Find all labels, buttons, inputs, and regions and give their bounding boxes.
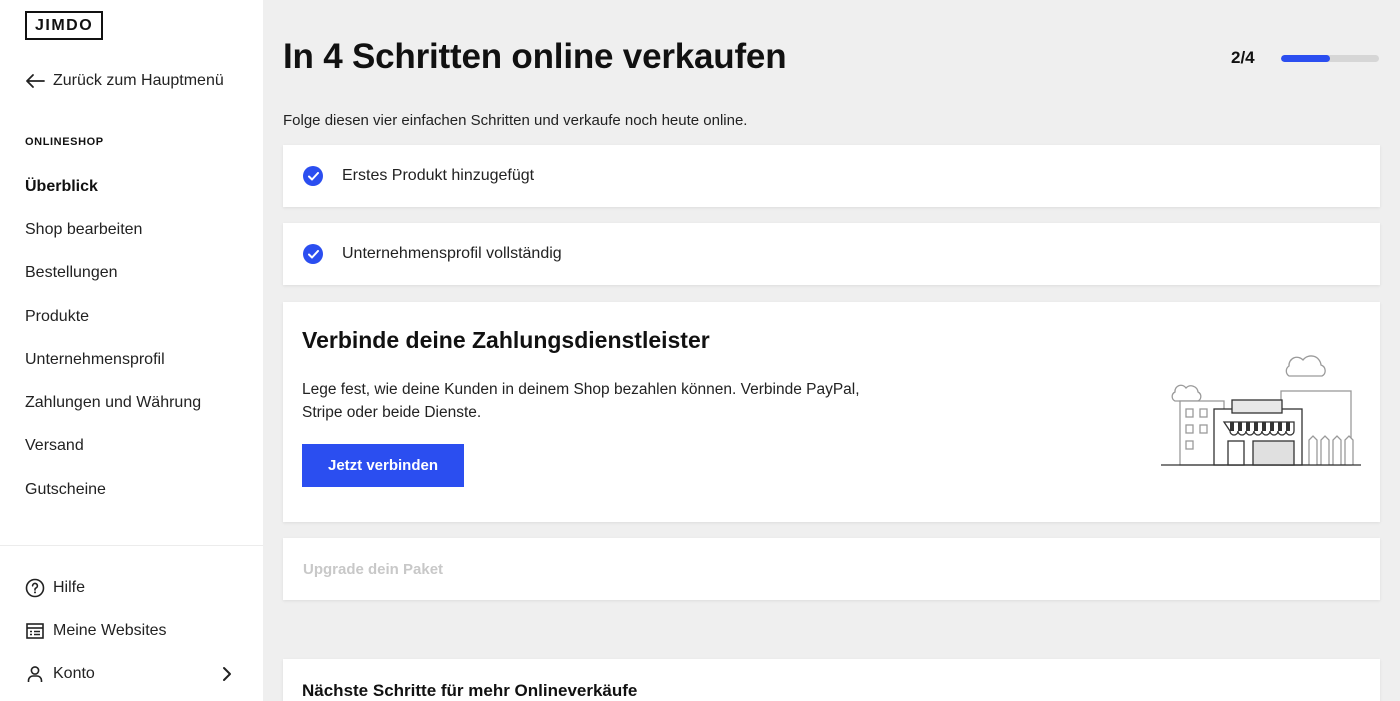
my-websites-label: Meine Websites [53, 621, 167, 639]
step-label: Unternehmensprofil vollständig [342, 245, 562, 262]
websites-list-icon [25, 621, 45, 641]
intro-text: Folge diesen vier einfachen Schritten un… [283, 112, 748, 129]
sidebar-item-products[interactable]: Produkte [25, 295, 245, 338]
check-circle-icon [303, 244, 323, 264]
sidebar-item-shipping[interactable]: Versand [25, 425, 245, 468]
help-link[interactable]: Hilfe [25, 566, 238, 609]
help-icon [25, 578, 45, 598]
next-steps-title: Nächste Schritte für mehr Onlineverkäufe [302, 681, 638, 700]
arrow-left-icon [26, 74, 45, 88]
connect-now-button[interactable]: Jetzt verbinden [302, 444, 464, 487]
step-card-completed[interactable]: Unternehmensprofil vollständig [283, 223, 1380, 285]
active-step-description: Lege fest, wie deine Kunden in deinem Sh… [302, 381, 860, 421]
sidebar-item-orders[interactable]: Bestellungen [25, 252, 245, 295]
sidebar-divider [0, 545, 263, 546]
shop-illustration [1161, 355, 1361, 466]
sidebar-item-company-profile[interactable]: Unternehmensprofil [25, 338, 245, 381]
page-title: In 4 Schritten online verkaufen [283, 37, 787, 76]
step-card-completed[interactable]: Erstes Produkt hinzugefügt [283, 145, 1380, 207]
sidebar-nav: Überblick Shop bearbeiten Bestellungen P… [25, 165, 245, 511]
account-link[interactable]: Konto [25, 653, 238, 696]
progress-label: 2/4 [1231, 48, 1255, 67]
my-websites-link[interactable]: Meine Websites [25, 609, 238, 652]
progress-bar-fill [1281, 55, 1330, 62]
jimdo-logo[interactable]: JIMDO [25, 11, 104, 40]
back-link-label: Zurück zum Hauptmenü [53, 72, 224, 89]
sidebar-item-overview[interactable]: Überblick [25, 165, 245, 208]
progress-bar [1281, 55, 1379, 62]
step-label: Erstes Produkt hinzugefügt [342, 167, 535, 184]
next-steps-card: Nächste Schritte für mehr Onlineverkäufe [283, 659, 1380, 701]
step-card-active: Verbinde deine Zahlungsdienstleister Leg… [283, 302, 1380, 522]
step-card-upgrade-package[interactable]: Upgrade dein Paket [283, 538, 1380, 600]
main-content: In 4 Schritten online verkaufen 2/4 Folg… [263, 0, 1400, 701]
sidebar: JIMDO Zurück zum Hauptmenü ONLINESHOP Üb… [0, 0, 263, 701]
sidebar-item-payments-currency[interactable]: Zahlungen und Währung [25, 381, 245, 424]
sidebar-item-vouchers[interactable]: Gutscheine [25, 468, 245, 511]
sidebar-item-edit-shop[interactable]: Shop bearbeiten [25, 208, 245, 251]
sidebar-bottom-nav: Hilfe Meine Websites Konto [25, 566, 238, 696]
active-step-title: Verbinde deine Zahlungsdienstleister [302, 327, 710, 353]
chevron-right-icon [223, 666, 231, 681]
section-label: ONLINESHOP [25, 136, 104, 148]
back-to-main-menu-link[interactable]: Zurück zum Hauptmenü [25, 72, 224, 90]
user-icon [25, 664, 45, 684]
check-circle-icon [303, 166, 323, 186]
account-label: Konto [53, 665, 95, 683]
help-label: Hilfe [53, 578, 86, 596]
